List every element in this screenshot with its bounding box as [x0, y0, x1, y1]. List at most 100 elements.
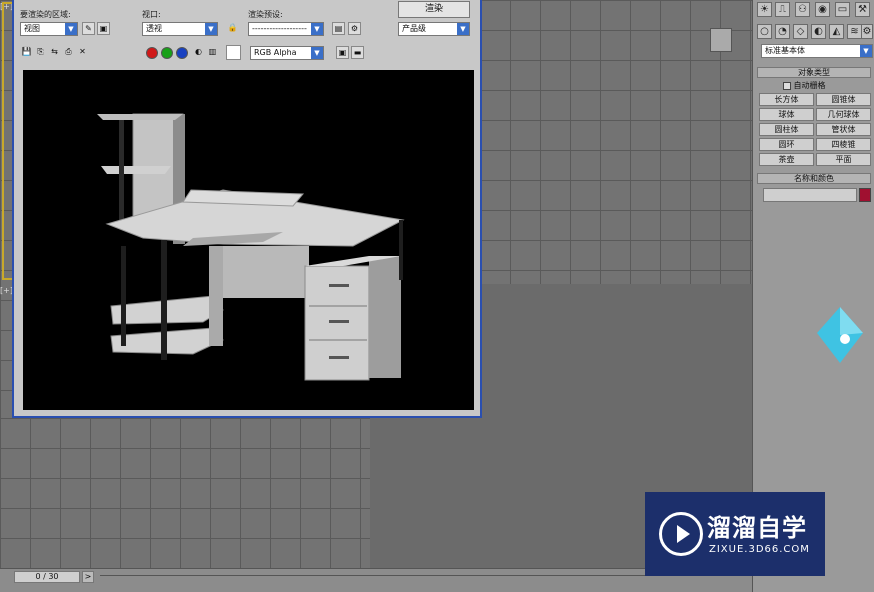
alpha-channel-icon[interactable]: ◐	[192, 46, 205, 59]
viewport-dropdown[interactable]: 透视 ▼	[142, 22, 218, 36]
motion-icon[interactable]: ◉	[815, 2, 830, 17]
pyramid-button-label: 四棱锥	[831, 140, 856, 149]
utilities-icon[interactable]: ⚒	[855, 2, 870, 17]
cylinder-button-label: 圆柱体	[774, 125, 799, 134]
copy-icon[interactable]: ⎘	[34, 46, 47, 59]
tube-button-label: 管状体	[831, 125, 856, 134]
channel-dropdown[interactable]: RGB Alpha ▼	[250, 46, 324, 60]
frame-counter: 0 / 30	[35, 572, 59, 581]
viewport-label: [+]	[0, 286, 13, 295]
timeline-track	[100, 575, 740, 576]
cameras-icon[interactable]: ◐	[811, 24, 826, 39]
torus-button-label: 圆环	[778, 140, 795, 149]
render-frame-window[interactable]: 要渲染的区域: 视图 ▼ ✎ ▣ 视口: 透视 ▼ 🔒 渲染预设: ------…	[12, 0, 482, 418]
geosphere-button[interactable]: 几何球体	[816, 108, 871, 121]
sun-icon[interactable]: ☀	[757, 2, 772, 17]
cylinder-button[interactable]: 圆柱体	[759, 123, 814, 136]
object-type-header: 对象类型	[798, 68, 830, 77]
object-type-rollout[interactable]: 对象类型	[757, 67, 871, 78]
chevron-down-icon: ▼	[311, 23, 323, 35]
lights-icon[interactable]: ◇	[793, 24, 808, 39]
watermark-url: ZIXUE.3D66.COM	[709, 544, 810, 555]
autogrid-label: 自动栅格	[793, 81, 826, 90]
watermark-badge: 溜溜自学 ZIXUE.3D66.COM	[645, 492, 825, 576]
viewport-label: 视口:	[142, 10, 161, 19]
tube-button[interactable]: 管状体	[816, 123, 871, 136]
viewport-bottom-left[interactable]	[0, 418, 370, 568]
autogrid-row[interactable]: 自动栅格	[783, 80, 826, 91]
watermark-title: 溜溜自学	[707, 514, 807, 542]
edit-region-icon[interactable]: ✎	[82, 22, 95, 35]
object-color-swatch[interactable]	[859, 188, 871, 202]
render-mode-dropdown[interactable]: 产品级 ▼	[398, 22, 470, 36]
modify-icon[interactable]: ⎍	[775, 2, 790, 17]
box-button[interactable]: 长方体	[759, 93, 814, 106]
gear-icon[interactable]: ⚙	[348, 22, 361, 35]
geosphere-button-label: 几何球体	[827, 110, 860, 119]
desk-render	[97, 113, 405, 381]
sphere-button-label: 球体	[778, 110, 795, 119]
3dsmax-logo-icon	[817, 307, 863, 363]
chevron-down-icon: ▼	[457, 23, 469, 35]
viewport-top-right[interactable]	[480, 0, 752, 284]
blue-channel-icon[interactable]	[176, 47, 188, 59]
cone-button[interactable]: 圆锥体	[816, 93, 871, 106]
cone-button-label: 圆锥体	[831, 95, 856, 104]
geometry-icon[interactable]: ○	[757, 24, 772, 39]
autogrid-checkbox[interactable]	[783, 81, 791, 90]
render-setup-icon[interactable]: ▤	[332, 22, 345, 35]
category-dropdown-value: 标准基本体	[765, 46, 805, 55]
auto-region-icon[interactable]: ▣	[97, 22, 110, 35]
render-button-label: 渲染	[424, 4, 443, 14]
chevron-down-icon: ▼	[860, 45, 872, 57]
preset-dropdown[interactable]: ------------------- ▼	[248, 22, 324, 36]
color-swatch[interactable]	[226, 45, 241, 60]
pyramid-button[interactable]: 四棱锥	[816, 138, 871, 151]
save-icon[interactable]: 💾	[20, 46, 33, 59]
green-channel-icon[interactable]	[161, 47, 173, 59]
object-name-field[interactable]	[763, 188, 857, 202]
torus-button[interactable]: 圆环	[759, 138, 814, 151]
lock-icon[interactable]: 🔒	[226, 22, 239, 35]
helpers-icon[interactable]: ◭	[829, 24, 844, 39]
teapot-button[interactable]: 茶壶	[759, 153, 814, 166]
systems-icon[interactable]: ⚙	[861, 24, 873, 39]
preset-dropdown-value: -------------------	[252, 24, 307, 33]
channel-dropdown-value: RGB Alpha	[254, 48, 297, 57]
render-mode-value: 产品级	[402, 24, 426, 33]
print-icon[interactable]: ⎙	[62, 46, 75, 59]
viewport-dropdown-value: 透视	[146, 24, 162, 33]
panel-toggle-icon[interactable]: ▬	[351, 46, 364, 59]
area-label: 要渲染的区域:	[20, 10, 71, 19]
red-channel-icon[interactable]	[146, 47, 158, 59]
next-frame-button[interactable]: >	[82, 571, 94, 583]
hierarchy-icon[interactable]: ⚇	[795, 2, 810, 17]
close-icon[interactable]: ✕	[76, 46, 89, 59]
chevron-down-icon: ▼	[311, 47, 323, 59]
name-color-header: 名称和颜色	[794, 174, 834, 183]
display-icon[interactable]: ▭	[835, 2, 850, 17]
chevron-down-icon: ▼	[205, 23, 217, 35]
next-frame-arrow: >	[84, 572, 92, 581]
timeline-bar[interactable]: 0 / 30 >	[0, 568, 752, 592]
box-button-label: 长方体	[774, 95, 799, 104]
spacewarps-icon[interactable]: ≋	[847, 24, 862, 39]
teapot-button-label: 茶壶	[778, 155, 795, 164]
preset-label: 渲染预设:	[248, 10, 283, 19]
render-button[interactable]: 渲染	[398, 1, 470, 18]
time-slider[interactable]: 0 / 30	[14, 571, 80, 583]
play-logo-icon	[659, 512, 703, 556]
chevron-down-icon: ▼	[65, 23, 77, 35]
mono-icon[interactable]: ▥	[206, 46, 219, 59]
name-color-rollout[interactable]: 名称和颜色	[757, 173, 871, 184]
shapes-icon[interactable]: ◔	[775, 24, 790, 39]
clone-icon[interactable]: ⇆	[48, 46, 61, 59]
display-toggle-icon[interactable]: ▣	[336, 46, 349, 59]
area-dropdown-value: 视图	[24, 24, 40, 33]
plane-button[interactable]: 平面	[816, 153, 871, 166]
plane-button-label: 平面	[835, 155, 852, 164]
area-dropdown[interactable]: 视图 ▼	[20, 22, 78, 36]
category-dropdown[interactable]: 标准基本体 ▼	[761, 44, 873, 58]
viewcube-icon[interactable]	[710, 28, 732, 52]
sphere-button[interactable]: 球体	[759, 108, 814, 121]
